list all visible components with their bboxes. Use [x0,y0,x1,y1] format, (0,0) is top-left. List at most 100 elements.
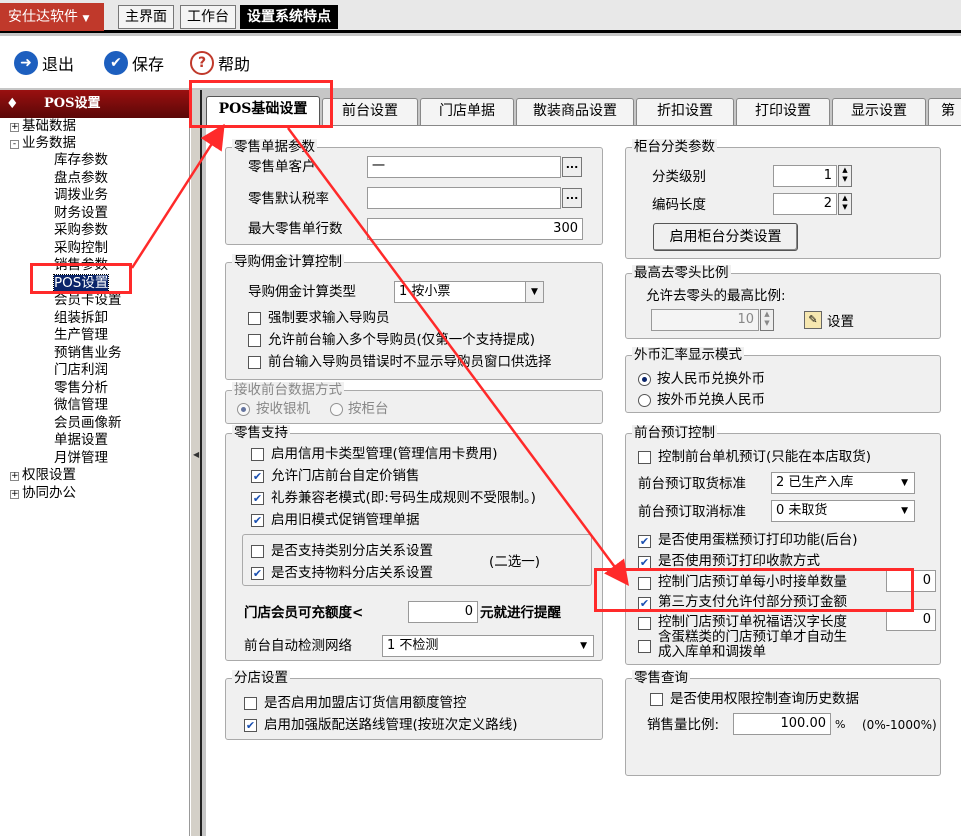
receive-by-counter-label: 按柜台 [348,401,389,417]
tree-item-purchase-params[interactable]: 采购参数 [54,222,108,239]
app-menu-button[interactable]: 安仕达软件 ▼ [0,3,104,31]
save-button[interactable]: ✔ 保存 [104,50,164,76]
preorder-title: 前台预订控制 [632,425,717,441]
tree-item-doc-settings[interactable]: 单据设置 [54,432,108,449]
tax-picker-button[interactable]: ... [562,188,582,208]
app-menu-label: 安仕达软件 [8,9,78,25]
expand-icon[interactable]: + [10,490,19,499]
code-length-field[interactable]: 2 [773,193,837,215]
tab-bulk-goods[interactable]: 散装商品设置 [516,98,634,125]
network-check-select[interactable]: 1 不检测 ▼ [382,635,594,657]
tax-field[interactable] [367,187,561,209]
guide-type-select[interactable]: 1 按小票 ▼ [394,281,544,303]
tab-more[interactable]: 第 [928,98,961,125]
customer-field[interactable]: 一 [367,156,561,178]
expand-icon[interactable]: + [10,123,19,132]
tree-item-mooncake[interactable]: 月饼管理 [54,450,108,467]
sales-ratio-field[interactable]: 100.00 [733,713,831,735]
class-level-spinner[interactable]: ▲ ▼ [838,165,852,187]
guide-error-checkbox[interactable] [248,356,261,369]
tree-item-transfer[interactable]: 调拨业务 [54,187,108,204]
tax-label: 零售默认税率 [248,191,329,207]
top-tab-workbench[interactable]: 工作台 [180,5,236,29]
single-preorder-checkbox[interactable] [638,451,651,464]
tree-item-member-profile[interactable]: 会员画像新 [54,415,122,432]
receive-by-counter-radio[interactable] [330,403,343,416]
tree-item-production[interactable]: 生产管理 [54,327,108,344]
receive-by-cashier-label: 按收银机 [256,401,310,417]
settings-icon[interactable]: ✎ [804,311,822,329]
rounding-allow-label: 允许去零头的最高比例: [646,288,786,304]
cancel-standard-value: 0 未取货 [776,503,828,518]
force-guide-checkbox[interactable] [248,312,261,325]
top-tab-main[interactable]: 主界面 [118,5,174,29]
dropdown-arrow-icon[interactable]: ▼ [580,636,587,656]
tab-discount[interactable]: 折扣设置 [636,98,734,125]
tab-store-docs[interactable]: 门店单据 [420,98,514,125]
branch-title: 分店设置 [232,670,290,686]
tree-item-basic-data[interactable]: + 基础数据 [10,118,76,135]
greeting-length-checkbox[interactable] [638,617,651,630]
class-level-field[interactable]: 1 [773,165,837,187]
multi-guide-checkbox[interactable] [248,334,261,347]
tree-item-collab[interactable]: + 协同办公 [10,485,76,502]
cancel-standard-select[interactable]: 0 未取货 ▼ [771,500,915,522]
maxrows-field[interactable]: 300 [367,218,583,240]
tab-display[interactable]: 显示设置 [832,98,926,125]
tree-item-finance[interactable]: 财务设置 [54,205,108,222]
fx-foreign-to-rmb-radio[interactable] [638,394,651,407]
expand-icon[interactable]: + [10,472,19,481]
code-length-spinner[interactable]: ▲ ▼ [838,193,852,215]
tree-item-store-profit[interactable]: 门店利润 [54,362,108,379]
pickup-standard-select[interactable]: 2 已生产入库 ▼ [771,472,915,494]
enable-counter-class-button[interactable]: 启用柜台分类设置 [653,223,798,251]
greeting-length-field[interactable]: 0 [886,609,936,631]
credit-card-checkbox[interactable] [251,448,264,461]
help-button[interactable]: ? 帮助 [190,50,250,76]
tree-item-member-card[interactable]: 会员卡设置 [54,292,122,309]
cake-print-checkbox[interactable]: ✔ [638,535,651,548]
tree-item-stocktake[interactable]: 盘点参数 [54,170,108,187]
receive-by-cashier-radio[interactable] [237,403,250,416]
tab-print[interactable]: 打印设置 [736,98,830,125]
tree-item-label: 业务数据 [22,135,76,151]
fx-rmb-to-foreign-radio[interactable] [638,373,651,386]
tree-item-inventory[interactable]: 库存参数 [54,152,108,169]
tab-front-desk[interactable]: 前台设置 [322,98,418,125]
tree-item-business-data[interactable]: - 业务数据 [10,135,76,152]
splitter[interactable]: ◀ [190,90,200,836]
member-limit-field[interactable]: 0 [408,601,478,623]
tree-item-wechat[interactable]: 微信管理 [54,397,108,414]
tree-item-purchase-control[interactable]: 采购控制 [54,240,108,257]
dropdown-arrow-icon[interactable]: ▼ [901,501,908,521]
retail-doc-title: 零售单据参数 [232,139,317,155]
voucher-compat-checkbox[interactable]: ✔ [251,492,264,505]
top-tab-system-settings[interactable]: 设置系统特点 [240,5,338,29]
delivery-route-checkbox[interactable]: ✔ [244,719,257,732]
custom-price-checkbox[interactable]: ✔ [251,470,264,483]
category-branch-checkbox[interactable] [251,545,264,558]
rounding-setting-label[interactable]: 设置 [827,313,854,331]
collapse-arrow-icon[interactable]: ◀ [193,450,199,460]
rounding-spinner[interactable]: ▲ ▼ [760,309,774,331]
cake-auto-doc-checkbox[interactable] [638,640,651,653]
sales-ratio-unit: % [835,718,846,731]
credit-limit-checkbox[interactable] [244,697,257,710]
dropdown-arrow-icon[interactable]: ▼ [901,473,908,493]
tree-item-permissions[interactable]: + 权限设置 [10,467,76,484]
exit-button[interactable]: ➜ 退出 [14,50,74,76]
tree-item-presale[interactable]: 预销售业务 [54,345,122,362]
tree-item-retail-analysis[interactable]: 零售分析 [54,380,108,397]
collapse-icon[interactable]: - [10,140,19,149]
tree-item-assembly[interactable]: 组装拆卸 [54,310,108,327]
rounding-field[interactable]: 10 [651,309,759,331]
history-permission-checkbox[interactable] [650,693,663,706]
toolbar: ➜ 退出 ✔ 保存 ? 帮助 [0,36,961,88]
material-branch-checkbox[interactable]: ✔ [251,567,264,580]
category-branch-label: 是否支持类别分店关系设置 [271,543,433,559]
save-label: 保存 [132,55,165,74]
cancel-standard-label: 前台预订取消标准 [638,504,746,520]
customer-picker-button[interactable]: ... [562,157,582,177]
old-promo-checkbox[interactable]: ✔ [251,514,264,527]
dropdown-arrow-icon[interactable]: ▼ [525,282,543,302]
